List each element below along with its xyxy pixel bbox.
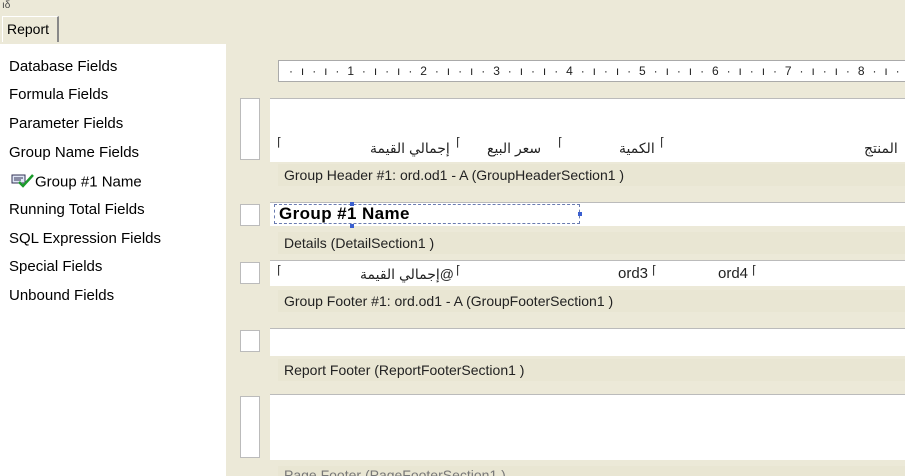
details-field-ord4[interactable]: ord4 (718, 265, 748, 283)
report-footer-section[interactable] (270, 394, 905, 460)
band-page-footer[interactable]: Page Footer (PageFooterSection1 ) (278, 466, 905, 476)
report-footer-gutter[interactable] (240, 396, 260, 458)
group-footer-gutter[interactable] (240, 330, 260, 352)
header-field-sale-price[interactable]: سعر البيع (487, 139, 541, 157)
tree-item-group-1-name-label: Group #1 Name (35, 173, 142, 191)
header-field-product[interactable]: المنتج (864, 139, 898, 157)
tree-item-formula-fields[interactable]: Formula Fields (9, 86, 108, 104)
tree-item-group-1-name[interactable]: Group #1 Name (11, 172, 142, 193)
details-gutter[interactable] (240, 262, 260, 284)
tree-item-group-name-fields[interactable]: Group Name Fields (9, 144, 139, 162)
tree-item-unbound-fields[interactable]: Unbound Fields (9, 287, 114, 305)
band-group-footer[interactable]: Group Footer #1: ord.od1 - A (GroupFoote… (278, 290, 905, 312)
band-report-footer[interactable]: Report Footer (ReportFooterSection1 ) (278, 359, 905, 381)
field-explorer: Database Fields Formula Fields Parameter… (0, 44, 226, 476)
resize-handle-top[interactable] (350, 202, 354, 206)
horizontal-ruler[interactable]: · ı · ı · 1 · ı · ı · 2 · ı · ı · 3 · ı … (278, 60, 905, 82)
tree-item-database-fields[interactable]: Database Fields (9, 58, 117, 76)
group-footer-section[interactable] (270, 328, 905, 356)
details-field-ord3[interactable]: ord3 (618, 265, 648, 283)
band-details[interactable]: Details (DetailSection1 ) (278, 232, 905, 254)
resize-handle-right[interactable] (578, 212, 582, 216)
page-header-gutter[interactable] (240, 98, 260, 160)
tree-item-special-fields[interactable]: Special Fields (9, 258, 102, 276)
details-field-total-value-formula[interactable]: @إجمالي القيمة (360, 265, 454, 283)
tree-item-running-total-fields[interactable]: Running Total Fields (9, 201, 145, 219)
group-name-field[interactable]: Group #1 Name (274, 204, 580, 224)
report-designer: · ı · ı · 1 · ı · ı · 2 · ı · ı · 3 · ı … (226, 44, 905, 476)
header-field-total-value[interactable]: إجمالي القيمة (370, 139, 450, 157)
top-strip: ıδ Report (0, 0, 905, 44)
corner-glyph: ıδ (2, 0, 11, 11)
tree-item-sql-expression-fields[interactable]: SQL Expression Fields (9, 230, 161, 248)
resize-handle-bottom[interactable] (350, 224, 354, 228)
details-section[interactable]: ⌈ @إجمالي القيمة ⌈ ord3 ⌈ ord4 ⌈ (270, 260, 905, 286)
group-field-icon (11, 172, 35, 193)
tree-item-parameter-fields[interactable]: Parameter Fields (9, 115, 123, 133)
group-header-gutter[interactable] (240, 204, 260, 226)
band-group-header[interactable]: Group Header #1: ord.od1 - A (GroupHeade… (278, 164, 905, 186)
tab-report[interactable]: Report (2, 16, 60, 42)
page-header-section[interactable]: ⌈ إجمالي القيمة ⌈ سعر البيع ⌈ الكمية ⌈ ا… (270, 98, 905, 162)
header-field-quantity[interactable]: الكمية (619, 139, 655, 157)
